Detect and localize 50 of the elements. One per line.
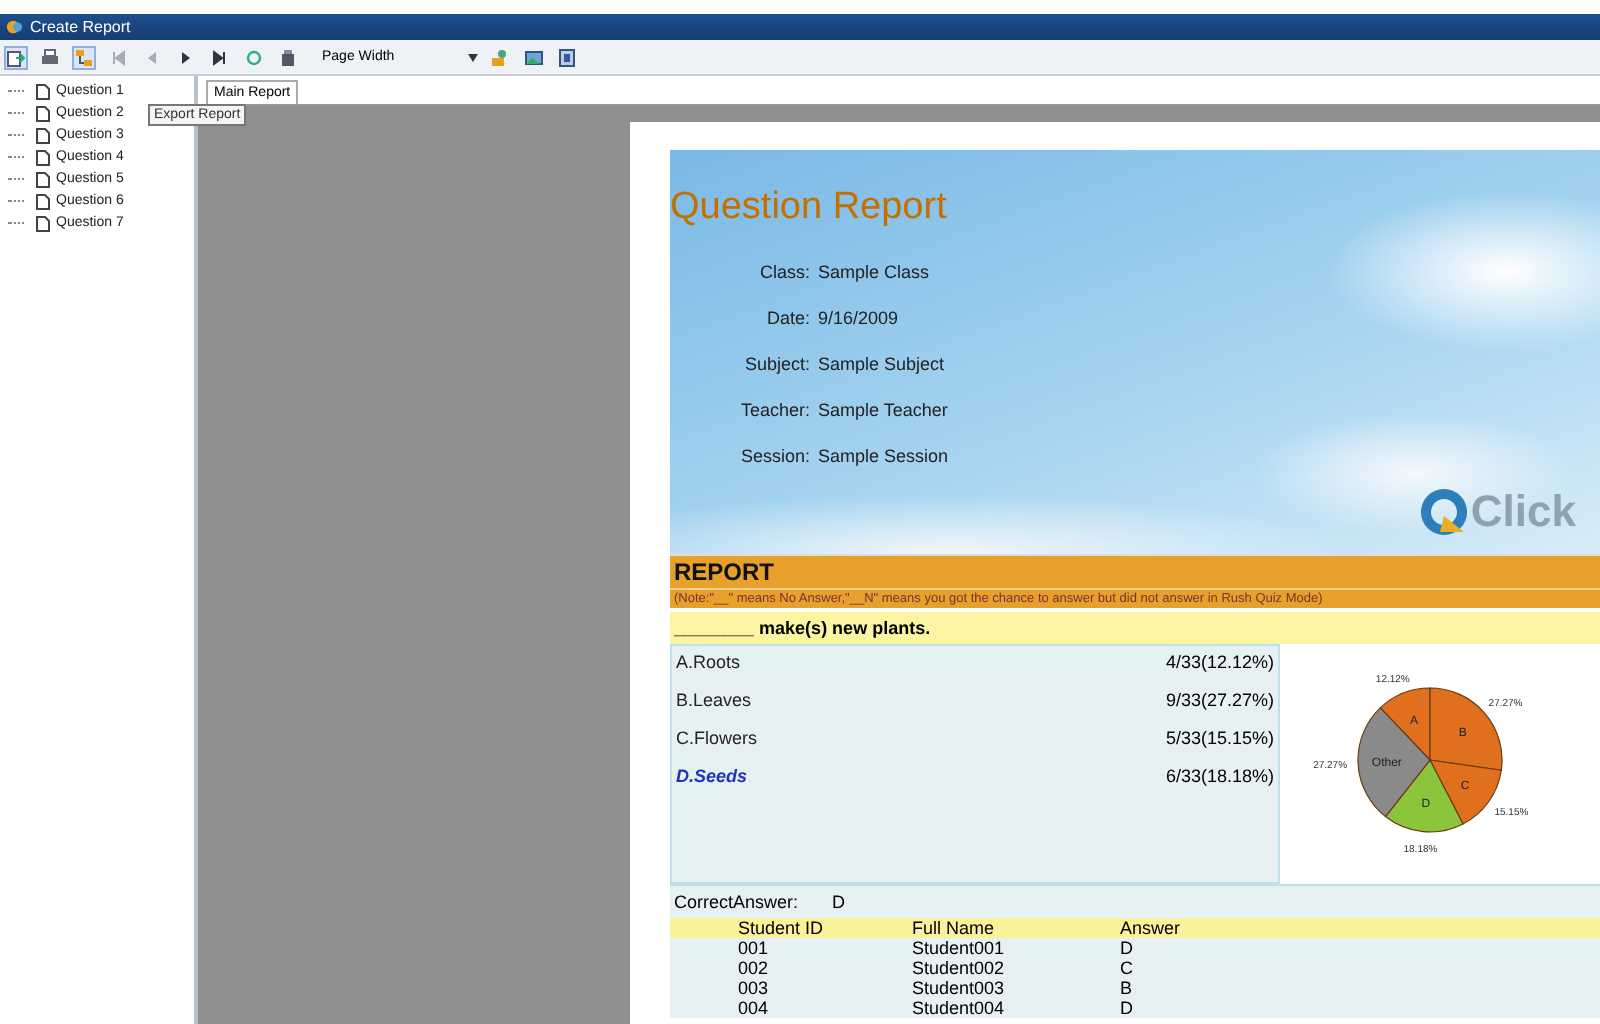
window-title: Create Report bbox=[30, 18, 131, 36]
field-value: Sample Session bbox=[818, 446, 949, 466]
table-cell-text: Student002 bbox=[912, 958, 1007, 978]
table-cell-text: C bbox=[1120, 958, 1135, 978]
option-label: B.Leaves bbox=[676, 690, 752, 710]
report-title: Question Report bbox=[670, 186, 949, 230]
dropdown-caret-icon bbox=[468, 53, 478, 61]
field-value: Sample Teacher bbox=[818, 400, 949, 420]
refresh-icon[interactable] bbox=[242, 45, 266, 69]
table-cell-text: 001 bbox=[738, 938, 771, 958]
logo-swirl-icon bbox=[1420, 488, 1469, 536]
table-cell-text: B bbox=[1120, 978, 1135, 998]
option-label: A.Roots bbox=[676, 652, 741, 672]
section-heading: REPORT bbox=[670, 554, 1600, 588]
column-header: Full Name bbox=[912, 918, 997, 938]
question-text: ________ make(s) new plants. bbox=[670, 612, 1600, 644]
table-cell-text: D bbox=[1120, 938, 1135, 958]
field-value: 9/16/2009 bbox=[818, 308, 901, 328]
option-result: 5/33(15.15%) bbox=[1165, 728, 1274, 748]
tree-toggle-icon[interactable] bbox=[72, 45, 96, 69]
table-cell-text: Student003 bbox=[912, 978, 1007, 998]
field-value: Sample Class bbox=[818, 262, 932, 282]
option-result: 9/33(27.27%) bbox=[1165, 690, 1274, 710]
field-value: Sample Subject bbox=[818, 354, 947, 374]
table-cell-text: D bbox=[1120, 998, 1135, 1018]
table-cell-text: Student001 bbox=[912, 938, 1007, 958]
field-label: Class: bbox=[757, 262, 810, 282]
picture-icon[interactable] bbox=[556, 45, 580, 69]
table-cell-text: 004 bbox=[738, 998, 771, 1018]
field-label: Date: bbox=[764, 308, 810, 328]
option-label: C.Flowers bbox=[676, 728, 758, 748]
app-icon bbox=[6, 18, 24, 36]
option-result: 6/33(18.18%) bbox=[1165, 766, 1274, 786]
field-label: Teacher: bbox=[738, 400, 810, 420]
option-label: D.Seeds bbox=[676, 766, 748, 786]
field-label: Session: bbox=[738, 446, 810, 466]
option-result: 4/33(12.12%) bbox=[1165, 652, 1274, 672]
image-icon[interactable] bbox=[522, 45, 546, 69]
table-cell-text: Student004 bbox=[912, 998, 1007, 1018]
correct-answer-label: CorrectAnswer: bbox=[674, 892, 799, 912]
column-header: Student ID bbox=[738, 918, 826, 938]
correct-answer-value: D bbox=[832, 892, 846, 912]
page-setup-icon[interactable] bbox=[276, 45, 300, 69]
print-icon[interactable] bbox=[38, 45, 62, 69]
logo-text: Click bbox=[1470, 486, 1576, 538]
table-cell-text: 002 bbox=[738, 958, 771, 978]
table-cell-text: 003 bbox=[738, 978, 771, 998]
export-icon[interactable] bbox=[4, 45, 28, 69]
field-label: Subject: bbox=[742, 354, 810, 374]
column-header: Answer bbox=[1120, 918, 1183, 938]
